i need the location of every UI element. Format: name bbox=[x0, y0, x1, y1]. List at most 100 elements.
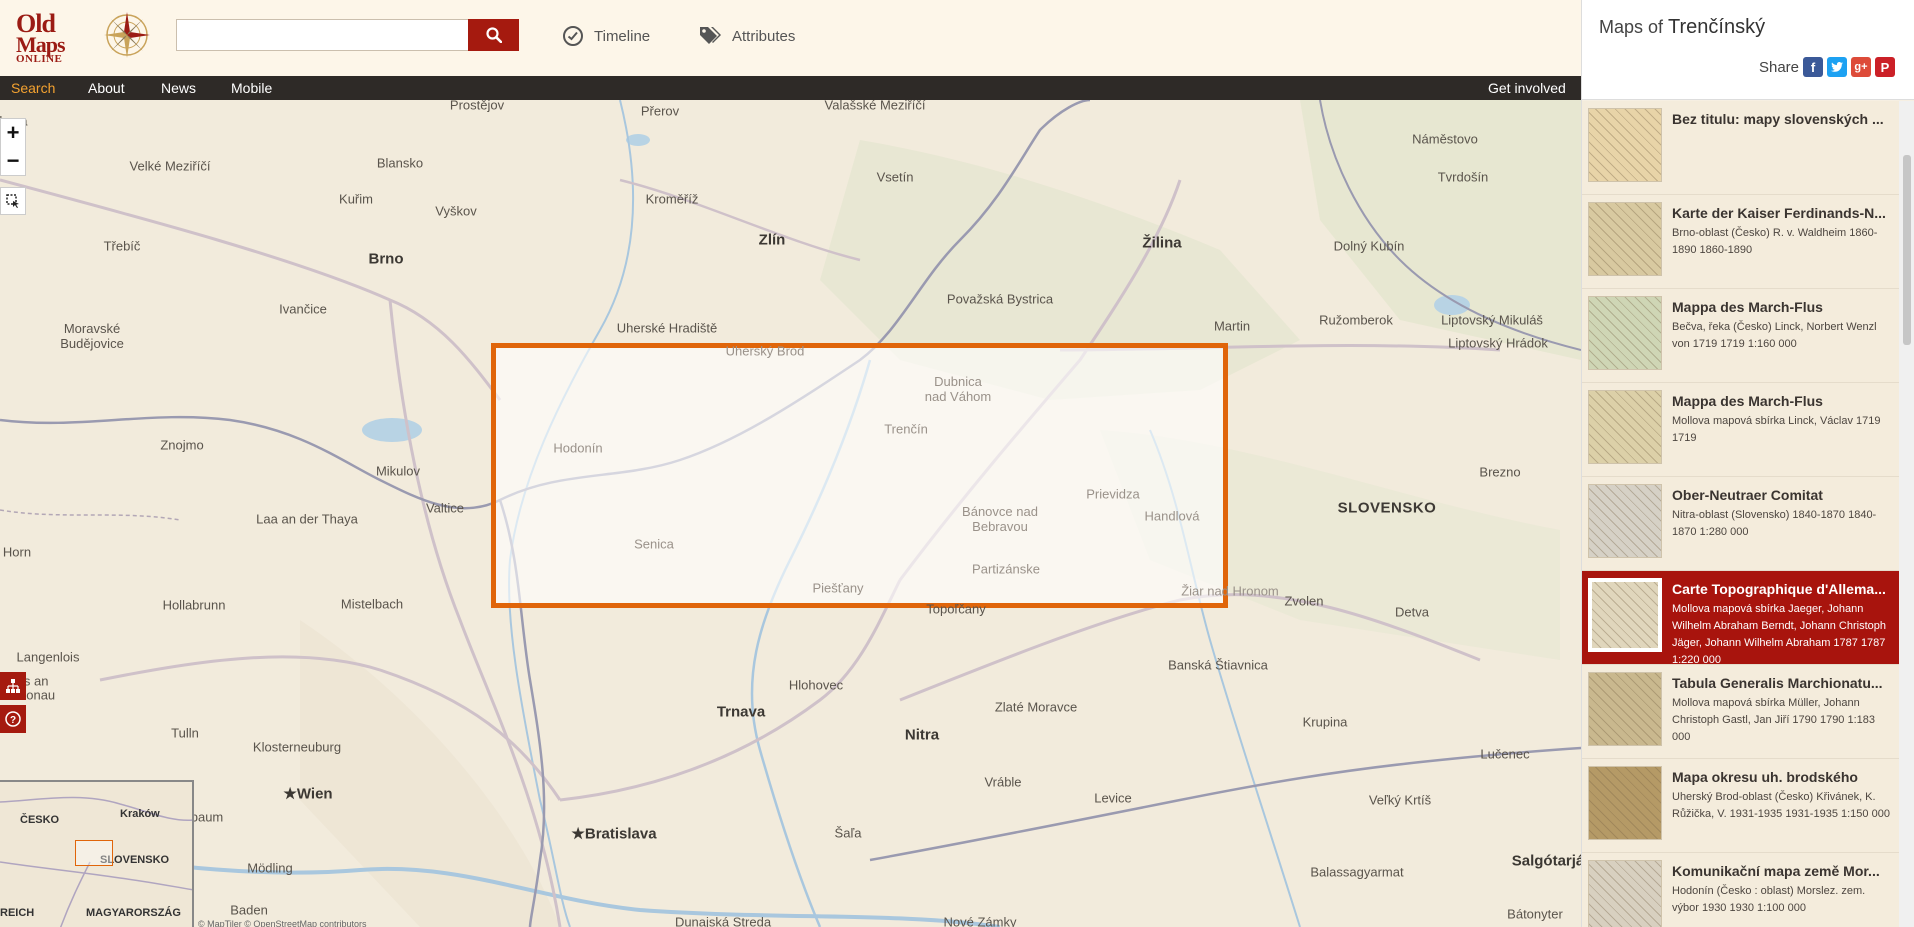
results-list: Bez titulu: mapy slovenských ... Karte de… bbox=[1582, 101, 1899, 927]
result-item[interactable]: Mappa des March-Flus Bečva, řeka (Česko) … bbox=[1582, 289, 1899, 383]
pinterest-icon[interactable]: P bbox=[1875, 57, 1895, 77]
search-input[interactable] bbox=[176, 19, 469, 51]
map-thumbnail[interactable] bbox=[1588, 860, 1662, 927]
result-item[interactable]: Komunikační mapa země Mor... Hodonín (Čes… bbox=[1582, 853, 1899, 927]
result-description: Hodonín (Česko : oblast) Morslez. zem. v… bbox=[1672, 885, 1866, 914]
results-scrollbar[interactable] bbox=[1899, 101, 1914, 927]
result-title[interactable]: Tabula Generalis Marchionatu... bbox=[1672, 675, 1892, 691]
map-place-label: Baden bbox=[230, 902, 268, 918]
map-place-label: Prievidza bbox=[1086, 486, 1140, 502]
map-thumbnail[interactable] bbox=[1588, 578, 1662, 652]
map-thumbnail[interactable] bbox=[1588, 766, 1662, 840]
map-place-label: Dolný Kubín bbox=[1333, 238, 1405, 254]
map-place-label: Mistelbach bbox=[340, 596, 404, 612]
map-thumbnail[interactable] bbox=[1588, 672, 1662, 746]
map-view[interactable]: Prostějov Přerov Valašské Meziříčí Náměstov… bbox=[0, 100, 1581, 927]
nav-search[interactable]: Search bbox=[11, 80, 55, 96]
overview-minimap[interactable]: ČESKO Kraków SLOVENSKO REICH MAGYARORSZÁ… bbox=[0, 780, 194, 927]
nav-mobile[interactable]: Mobile bbox=[231, 80, 272, 96]
map-place-label: Liptovský Hrádok bbox=[1448, 335, 1548, 351]
hierarchy-button[interactable] bbox=[0, 672, 26, 700]
map-attribution[interactable]: © MapTiler © OpenStreetMap contributors bbox=[198, 919, 367, 927]
question-icon: ? bbox=[5, 711, 21, 727]
nav-about[interactable]: About bbox=[88, 80, 125, 96]
old-maps-online-logo[interactable]: Old Maps ONLINE bbox=[10, 6, 150, 70]
selection-rectangle[interactable] bbox=[491, 343, 1228, 608]
map-place-label: Prostějov bbox=[449, 100, 505, 113]
twitter-icon[interactable] bbox=[1827, 57, 1847, 77]
map-place-label: Valtice bbox=[425, 500, 465, 516]
map-place-label: Kroměříž bbox=[645, 191, 699, 207]
attributes-link[interactable]: Attributes bbox=[698, 25, 795, 47]
search-button[interactable] bbox=[468, 19, 519, 51]
scrollbar-thumb[interactable] bbox=[1903, 155, 1911, 345]
result-description: Bečva, řeka (Česko) Linck, Norbert Wenzl… bbox=[1672, 321, 1877, 350]
result-item[interactable]: Bez titulu: mapy slovenských ... bbox=[1582, 101, 1899, 195]
map-place-label: Krupina bbox=[1302, 714, 1348, 730]
map-thumbnail[interactable] bbox=[1588, 390, 1662, 464]
map-place-label: Dunajská Streda bbox=[674, 914, 772, 927]
map-place-label: Detva bbox=[1395, 604, 1429, 620]
result-title[interactable]: Ober-Neutraer Comitat bbox=[1672, 487, 1892, 503]
header: Old Maps ONLINE Timeline Attributes bbox=[0, 0, 1581, 76]
result-item[interactable]: Mappa des March-Flus Mollova mapová sbírk… bbox=[1582, 383, 1899, 477]
results-panel: Maps of Trenčínský Share f g+ P Bez titu… bbox=[1581, 0, 1914, 927]
nav-news[interactable]: News bbox=[161, 80, 196, 96]
map-place-label: Trenčín bbox=[884, 421, 928, 437]
map-place-label: Tulln bbox=[171, 725, 199, 741]
map-thumbnail[interactable] bbox=[1588, 108, 1662, 182]
map-thumbnail[interactable] bbox=[1588, 484, 1662, 558]
map-place-label: Hlohovec bbox=[788, 677, 844, 693]
result-title[interactable]: Komunikační mapa země Mor... bbox=[1672, 863, 1892, 879]
zoom-in-button[interactable]: + bbox=[1, 119, 25, 147]
result-item[interactable]: Karte der Kaiser Ferdinands-N... Brno-obl… bbox=[1582, 195, 1899, 289]
map-place-label: SLOVENSKO bbox=[1337, 499, 1437, 517]
map-place-label: Mödling bbox=[247, 860, 293, 876]
result-title[interactable]: Mappa des March-Flus bbox=[1672, 393, 1892, 409]
result-item[interactable]: Mapa okresu uh. brodského Uherský Brod-ob… bbox=[1582, 759, 1899, 853]
zoom-out-button[interactable]: − bbox=[1, 147, 25, 175]
map-place-label: Langenlois bbox=[16, 649, 80, 665]
result-item[interactable]: Ober-Neutraer Comitat Nitra-oblast (Slove… bbox=[1582, 477, 1899, 571]
help-button[interactable]: ? bbox=[0, 705, 26, 733]
result-description: Mollova mapová sbírka Müller, Johann Chr… bbox=[1672, 697, 1876, 743]
map-place-label: Mikulov bbox=[375, 463, 421, 479]
result-title[interactable]: Mapa okresu uh. brodského bbox=[1672, 769, 1892, 785]
map-place-label: Třebíč bbox=[103, 238, 141, 254]
result-item[interactable]: Carte Topographique d'Allema... Mollova m… bbox=[1582, 571, 1899, 666]
map-place-label: Ivančice bbox=[279, 301, 327, 317]
map-place-label: Hollabrunn bbox=[162, 597, 226, 613]
timeline-label: Timeline bbox=[594, 27, 651, 45]
result-title[interactable]: Bez titulu: mapy slovenských ... bbox=[1672, 111, 1892, 127]
map-place-label: Nové Zámky bbox=[943, 914, 1017, 927]
map-place-label: baum bbox=[190, 809, 224, 825]
attributes-label: Attributes bbox=[732, 27, 796, 45]
result-title[interactable]: Karte der Kaiser Ferdinands-N... bbox=[1672, 205, 1892, 221]
map-thumbnail[interactable] bbox=[1588, 296, 1662, 370]
map-place-label: Handlová bbox=[1144, 508, 1200, 524]
google-plus-icon[interactable]: g+ bbox=[1851, 57, 1871, 77]
result-title[interactable]: Carte Topographique d'Allema... bbox=[1672, 581, 1892, 597]
map-place-label: Uherské Hradiště bbox=[616, 320, 718, 336]
share-label: Share bbox=[1758, 58, 1799, 76]
map-place-label: Uherský Brod bbox=[725, 343, 805, 359]
result-description: Nitra-oblast (Slovensko) 1840-1870 1840-… bbox=[1672, 509, 1877, 538]
map-place-label: Piešťany bbox=[812, 580, 864, 596]
map-place-label: Šaľa bbox=[834, 825, 862, 841]
map-place-label: Bánovce nad Bebravou bbox=[962, 504, 1038, 534]
share-bar: Share f g+ P bbox=[1759, 57, 1895, 77]
map-place-label: Levice bbox=[1094, 790, 1132, 806]
draw-rectangle-button[interactable] bbox=[0, 187, 26, 215]
map-place-label: Hodonín bbox=[553, 440, 603, 456]
map-place-label: Žiar nad Hronom bbox=[1181, 583, 1279, 599]
timeline-link[interactable]: Timeline bbox=[562, 25, 650, 47]
nav-get-involved[interactable]: Get involved bbox=[1488, 80, 1566, 96]
result-item[interactable]: Tabula Generalis Marchionatu... Mollova m… bbox=[1582, 665, 1899, 759]
result-title[interactable]: Mappa des March-Flus bbox=[1672, 299, 1892, 315]
map-place-label: Kuřim bbox=[339, 191, 373, 207]
map-place-label: Tvrdošín bbox=[1437, 169, 1489, 185]
facebook-icon[interactable]: f bbox=[1803, 57, 1823, 77]
panel-header: Maps of Trenčínský Share f g+ P bbox=[1582, 0, 1914, 100]
map-place-label: Žilina bbox=[1142, 234, 1182, 252]
map-thumbnail[interactable] bbox=[1588, 202, 1662, 276]
